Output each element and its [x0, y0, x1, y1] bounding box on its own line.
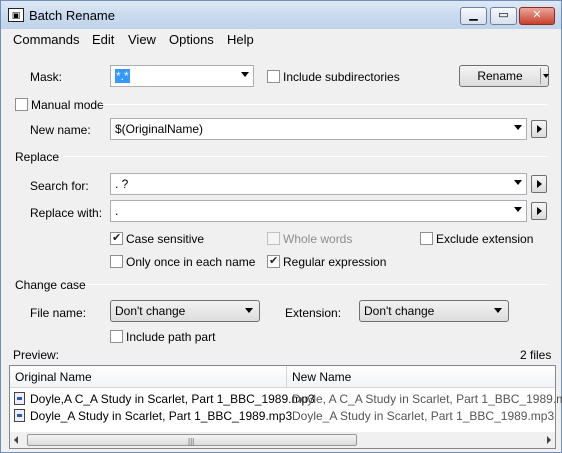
audio-file-icon: [14, 392, 25, 405]
column-new-name[interactable]: New Name: [292, 370, 351, 384]
divider: [99, 104, 548, 105]
column-original-name[interactable]: Original Name: [15, 370, 92, 384]
window-title: Batch Rename: [29, 8, 115, 23]
change-case-section-title: Change case: [15, 278, 86, 292]
grip-icon: |||: [188, 437, 195, 446]
search-for-insert-button[interactable]: [531, 175, 547, 193]
preview-list[interactable]: Original Name New Name Doyle,A C_A Study…: [9, 365, 562, 449]
close-button[interactable]: ✕: [519, 7, 555, 25]
new-name-value: $(OriginalName): [115, 122, 204, 136]
mask-label: Mask:: [30, 70, 63, 84]
play-arrow-icon: [537, 207, 542, 215]
original-name-cell: Doyle_A Study in Scarlet, Part 1_BBC_198…: [30, 409, 293, 423]
chevron-down-icon: [494, 308, 502, 313]
chevron-down-icon: [241, 72, 249, 77]
chevron-down-icon[interactable]: [543, 74, 549, 78]
scrollbar-thumb[interactable]: |||: [27, 434, 357, 446]
replace-with-combo[interactable]: .: [110, 200, 527, 222]
horizontal-scrollbar[interactable]: |||: [10, 432, 555, 448]
play-arrow-icon: [537, 180, 542, 188]
only-once-checkbox[interactable]: [110, 255, 123, 268]
search-for-combo[interactable]: . ?: [110, 173, 527, 195]
preview-list-header: Original Name New Name: [10, 366, 555, 388]
include-subdirectories-label: Include subdirectories: [283, 70, 400, 84]
title-bar: ▣ Batch Rename ▁ ▭ ✕: [1, 1, 561, 29]
app-icon: ▣: [8, 8, 24, 22]
chevron-down-icon: [245, 308, 253, 313]
new-name-combo[interactable]: $(OriginalName): [110, 118, 527, 140]
file-name-label: File name:: [30, 306, 87, 320]
maximize-button[interactable]: ▭: [490, 7, 517, 25]
divider: [63, 156, 548, 157]
extension-label: Extension:: [285, 306, 342, 320]
search-for-value: . ?: [115, 177, 129, 191]
mask-combo[interactable]: *.*: [110, 65, 254, 87]
replace-with-value: .: [115, 204, 119, 218]
play-arrow-icon: [537, 125, 542, 133]
menu-edit[interactable]: Edit: [92, 32, 114, 47]
audio-file-icon: [14, 409, 25, 422]
table-row[interactable]: Doyle,A C_A Study in Scarlet, Part 1_BBC…: [10, 390, 562, 407]
menu-commands[interactable]: Commands: [13, 32, 79, 47]
replace-section-title: Replace: [15, 150, 60, 164]
rename-button-separator: [540, 68, 541, 84]
scroll-right-icon[interactable]: [547, 436, 551, 444]
menu-help[interactable]: Help: [227, 32, 254, 47]
regular-expression-checkbox[interactable]: [267, 254, 280, 268]
case-sensitive-label: Case sensitive: [126, 232, 205, 246]
new-name-cell: Doyle, A C_A Study in Scarlet, Part 1_BB…: [292, 392, 562, 406]
chevron-down-icon: [514, 125, 522, 130]
minimize-button[interactable]: ▁: [460, 7, 487, 25]
file-name-case-value: Don't change: [115, 304, 186, 318]
extension-case-dropdown[interactable]: Don't change: [359, 300, 509, 322]
maximize-icon: ▭: [498, 9, 509, 21]
original-name-cell: Doyle,A C_A Study in Scarlet, Part 1_BBC…: [30, 392, 315, 406]
manual-mode-label: Manual mode: [31, 98, 104, 112]
new-name-label: New name:: [30, 123, 91, 137]
menu-options[interactable]: Options: [169, 32, 214, 47]
extension-case-value: Don't change: [364, 304, 435, 318]
close-icon: ✕: [532, 9, 542, 21]
regular-expression-label: Regular expression: [283, 255, 387, 269]
file-name-case-dropdown[interactable]: Don't change: [110, 300, 260, 322]
new-name-insert-button[interactable]: [531, 120, 547, 138]
whole-words-checkbox[interactable]: [267, 232, 280, 245]
exclude-extension-label: Exclude extension: [436, 232, 534, 246]
manual-mode-checkbox[interactable]: [15, 98, 28, 111]
preview-label: Preview:: [13, 348, 60, 362]
case-sensitive-checkbox[interactable]: [110, 231, 123, 245]
exclude-extension-checkbox[interactable]: [420, 232, 433, 245]
chevron-down-icon: [514, 207, 522, 212]
replace-with-label: Replace with:: [30, 206, 103, 220]
batch-rename-window: ▣ Batch Rename ▁ ▭ ✕ Commands Edit View …: [0, 0, 562, 453]
whole-words-label: Whole words: [283, 232, 353, 246]
menu-view[interactable]: View: [128, 32, 156, 47]
table-row[interactable]: Doyle_A Study in Scarlet, Part 1_BBC_198…: [10, 407, 555, 424]
minimize-icon: ▁: [469, 9, 478, 21]
chevron-down-icon: [514, 180, 522, 185]
divider: [87, 284, 548, 285]
include-path-part-label: Include path part: [126, 330, 216, 344]
menu-bar: Commands Edit View Options Help: [1, 29, 561, 51]
scroll-left-icon[interactable]: [14, 436, 18, 444]
rename-button[interactable]: Rename: [459, 65, 549, 87]
include-subdirectories-checkbox[interactable]: [267, 70, 280, 83]
include-path-part-checkbox[interactable]: [110, 330, 123, 343]
only-once-label: Only once in each name: [126, 255, 256, 269]
mask-value: *.*: [115, 69, 130, 83]
column-separator[interactable]: [286, 366, 287, 388]
replace-with-insert-button[interactable]: [531, 202, 547, 220]
preview-file-count: 2 files: [520, 348, 552, 362]
new-name-cell: Doyle_A Study in Scarlet, Part 1_BBC_198…: [292, 409, 555, 423]
rename-button-label: Rename: [477, 69, 523, 83]
search-for-label: Search for:: [30, 179, 89, 193]
